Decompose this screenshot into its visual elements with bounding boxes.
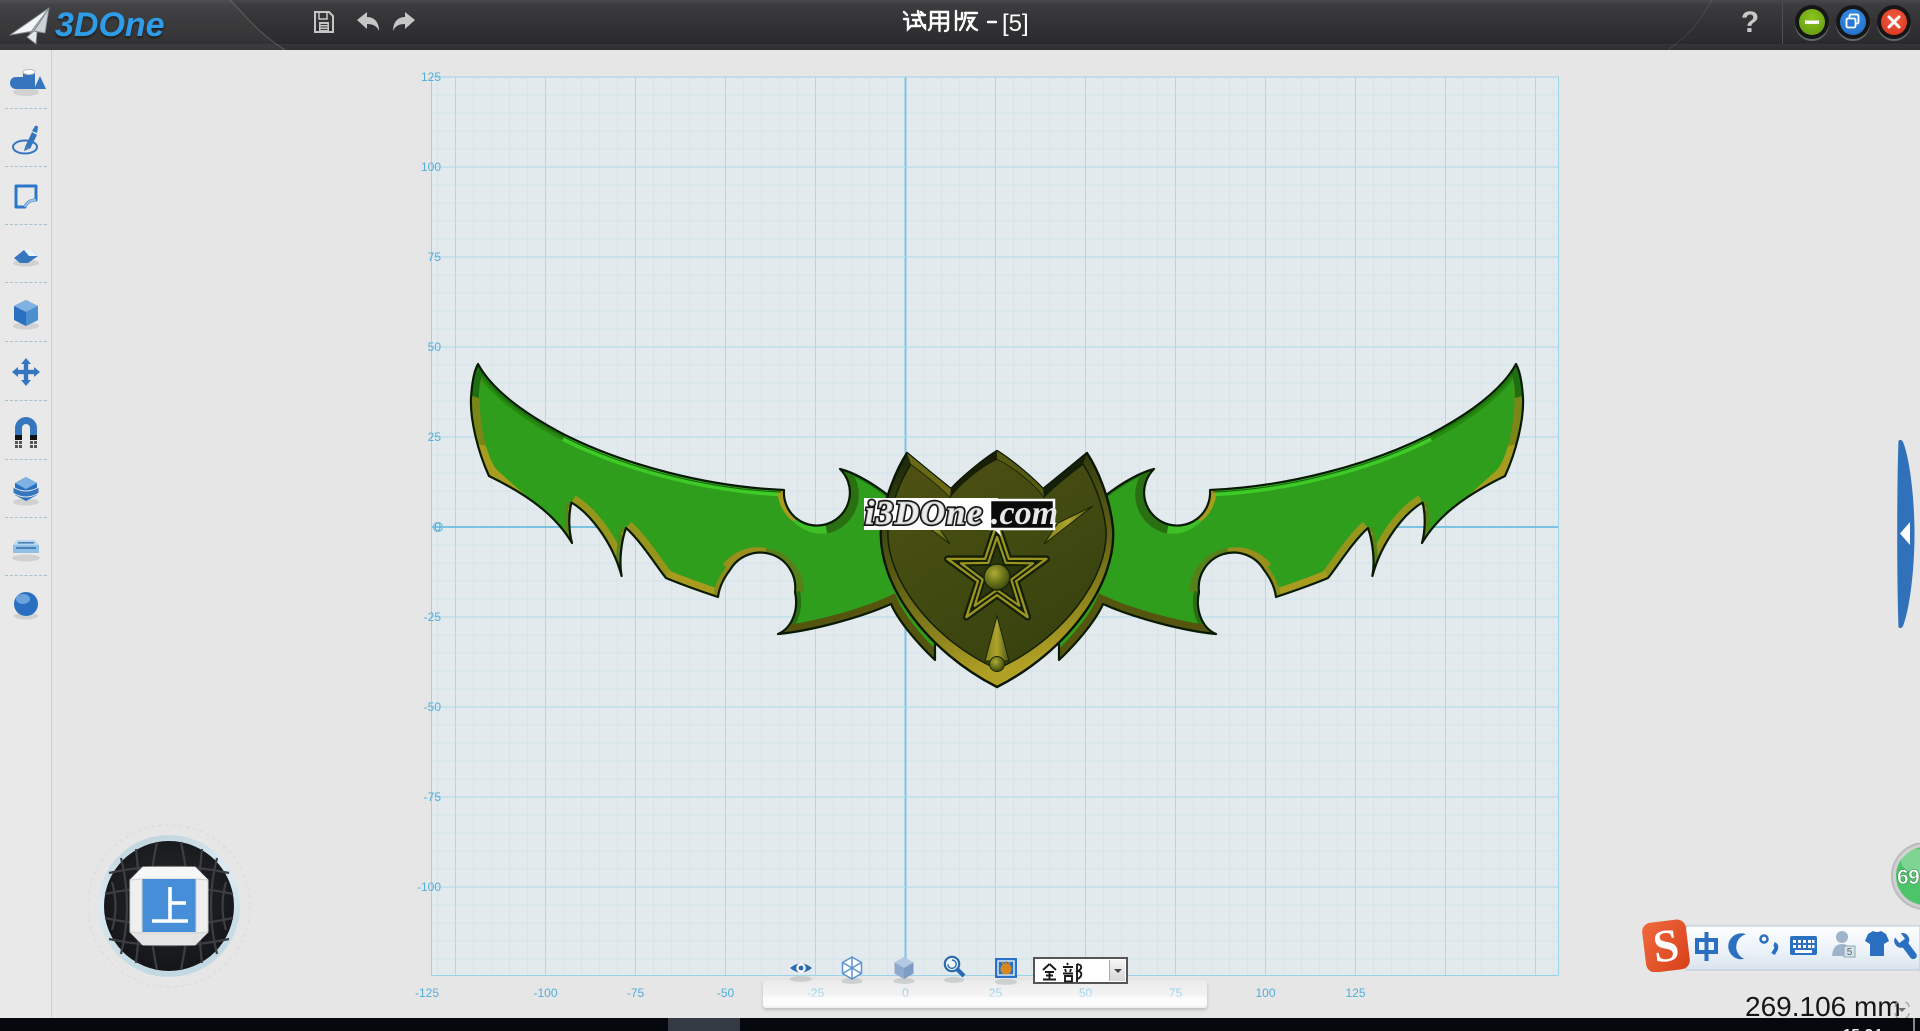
svg-text:.com: .com: [991, 495, 1058, 532]
svg-text:69: 69: [1897, 866, 1919, 889]
svg-text:i3DOne: i3DOne: [865, 495, 984, 532]
svg-text:[5]: [5]: [1002, 10, 1029, 37]
svg-text:5: 5: [1847, 947, 1853, 958]
